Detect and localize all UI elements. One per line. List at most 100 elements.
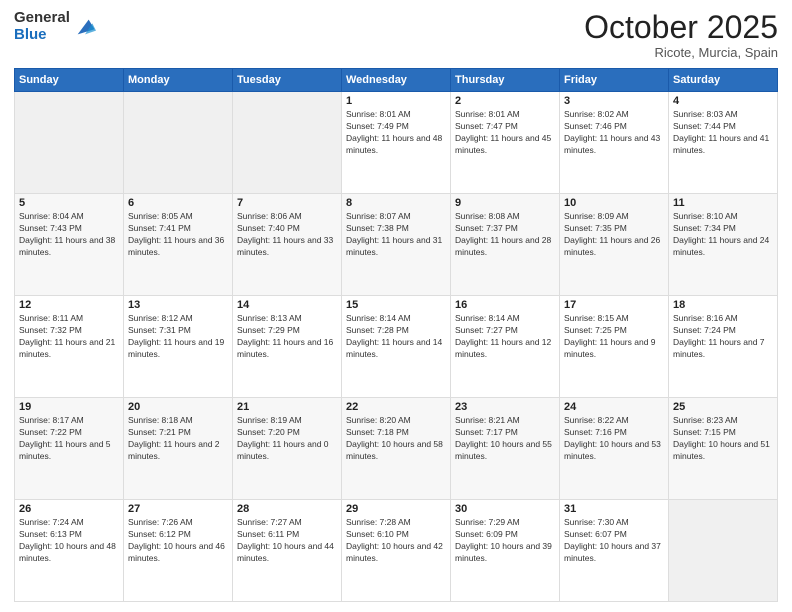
table-row: 4 Sunrise: 8:03 AM Sunset: 7:44 PM Daylig…: [669, 92, 778, 194]
table-row: 9 Sunrise: 8:08 AM Sunset: 7:37 PM Daylig…: [451, 194, 560, 296]
day-number: 16: [455, 299, 555, 311]
table-row: 8 Sunrise: 8:07 AM Sunset: 7:38 PM Daylig…: [342, 194, 451, 296]
table-row: [15, 92, 124, 194]
calendar-week-row: 5 Sunrise: 8:04 AM Sunset: 7:43 PM Daylig…: [15, 194, 778, 296]
day-info: Sunrise: 8:01 AM Sunset: 7:49 PM Dayligh…: [346, 109, 446, 157]
table-row: 20 Sunrise: 8:18 AM Sunset: 7:21 PM Dayli…: [124, 398, 233, 500]
day-info: Sunrise: 8:06 AM Sunset: 7:40 PM Dayligh…: [237, 211, 337, 259]
table-row: 30Sunrise: 7:29 AM Sunset: 6:09 PM Dayli…: [451, 500, 560, 602]
day-number: 12: [19, 299, 119, 311]
logo-general: General: [14, 10, 70, 27]
day-info: Sunrise: 8:21 AM Sunset: 7:17 PM Dayligh…: [455, 415, 555, 463]
table-row: 10 Sunrise: 8:09 AM Sunset: 7:35 PM Dayli…: [560, 194, 669, 296]
table-row: 2Sunrise: 8:01 AM Sunset: 7:47 PM Daylig…: [451, 92, 560, 194]
day-number: 31: [564, 503, 664, 515]
table-row: 7 Sunrise: 8:06 AM Sunset: 7:40 PM Daylig…: [233, 194, 342, 296]
day-number: 6: [128, 197, 228, 209]
day-info: Sunrise: 8:14 AM Sunset: 7:28 PM Dayligh…: [346, 313, 446, 361]
table-row: 26Sunrise: 7:24 AM Sunset: 6:13 PM Dayli…: [15, 500, 124, 602]
day-number: 15: [346, 299, 446, 311]
logo-icon: [74, 16, 96, 38]
logo-text: General Blue: [14, 10, 70, 43]
page: General Blue October 2025 Ricote, Murcia…: [0, 0, 792, 612]
col-monday: Monday: [124, 69, 233, 92]
table-row: 16 Sunrise: 8:14 AM Sunset: 7:27 PM Dayli…: [451, 296, 560, 398]
table-row: [233, 92, 342, 194]
table-row: 17 Sunrise: 8:15 AM Sunset: 7:25 PM Dayli…: [560, 296, 669, 398]
table-row: 14Sunrise: 8:13 AM Sunset: 7:29 PM Dayli…: [233, 296, 342, 398]
table-row: 22 Sunrise: 8:20 AM Sunset: 7:18 PM Dayli…: [342, 398, 451, 500]
table-row: 6 Sunrise: 8:05 AM Sunset: 7:41 PM Daylig…: [124, 194, 233, 296]
day-number: 5: [19, 197, 119, 209]
day-info: Sunrise: 8:20 AM Sunset: 7:18 PM Dayligh…: [346, 415, 446, 463]
day-info: Sunrise: 8:07 AM Sunset: 7:38 PM Dayligh…: [346, 211, 446, 259]
table-row: 24 Sunrise: 8:22 AM Sunset: 7:16 PM Dayli…: [560, 398, 669, 500]
day-info: Sunrise: 7:29 AM Sunset: 6:09 PM Dayligh…: [455, 517, 555, 565]
logo-blue: Blue: [14, 27, 70, 44]
table-row: 5 Sunrise: 8:04 AM Sunset: 7:43 PM Daylig…: [15, 194, 124, 296]
day-number: 11: [673, 197, 773, 209]
title-block: October 2025 Ricote, Murcia, Spain: [584, 10, 778, 60]
day-number: 18: [673, 299, 773, 311]
day-info: Sunrise: 7:28 AM Sunset: 6:10 PM Dayligh…: [346, 517, 446, 565]
day-number: 3: [564, 95, 664, 107]
day-info: Sunrise: 7:27 AM Sunset: 6:11 PM Dayligh…: [237, 517, 337, 565]
col-sunday: Sunday: [15, 69, 124, 92]
day-info: Sunrise: 8:23 AM Sunset: 7:15 PM Dayligh…: [673, 415, 773, 463]
location: Ricote, Murcia, Spain: [584, 45, 778, 60]
col-friday: Friday: [560, 69, 669, 92]
day-info: Sunrise: 8:08 AM Sunset: 7:37 PM Dayligh…: [455, 211, 555, 259]
day-number: 17: [564, 299, 664, 311]
table-row: 29 Sunrise: 7:28 AM Sunset: 6:10 PM Dayli…: [342, 500, 451, 602]
day-number: 22: [346, 401, 446, 413]
day-info: Sunrise: 8:09 AM Sunset: 7:35 PM Dayligh…: [564, 211, 664, 259]
col-tuesday: Tuesday: [233, 69, 342, 92]
day-info: Sunrise: 8:22 AM Sunset: 7:16 PM Dayligh…: [564, 415, 664, 463]
day-number: 29: [346, 503, 446, 515]
day-number: 27: [128, 503, 228, 515]
day-number: 10: [564, 197, 664, 209]
day-info: Sunrise: 7:26 AM Sunset: 6:12 PM Dayligh…: [128, 517, 228, 565]
day-info: Sunrise: 8:17 AM Sunset: 7:22 PM Dayligh…: [19, 415, 119, 463]
table-row: [669, 500, 778, 602]
day-number: 9: [455, 197, 555, 209]
col-wednesday: Wednesday: [342, 69, 451, 92]
table-row: [124, 92, 233, 194]
day-number: 7: [237, 197, 337, 209]
table-row: 25 Sunrise: 8:23 AM Sunset: 7:15 PM Dayli…: [669, 398, 778, 500]
day-info: Sunrise: 8:04 AM Sunset: 7:43 PM Dayligh…: [19, 211, 119, 259]
day-info: Sunrise: 8:18 AM Sunset: 7:21 PM Dayligh…: [128, 415, 228, 463]
day-info: Sunrise: 8:12 AM Sunset: 7:31 PM Dayligh…: [128, 313, 228, 361]
table-row: 21 Sunrise: 8:19 AM Sunset: 7:20 PM Dayli…: [233, 398, 342, 500]
day-number: 14: [237, 299, 337, 311]
table-row: 3 Sunrise: 8:02 AM Sunset: 7:46 PM Daylig…: [560, 92, 669, 194]
calendar-table: Sunday Monday Tuesday Wednesday Thursday…: [14, 68, 778, 602]
day-info: Sunrise: 8:19 AM Sunset: 7:20 PM Dayligh…: [237, 415, 337, 463]
day-number: 4: [673, 95, 773, 107]
day-info: Sunrise: 8:02 AM Sunset: 7:46 PM Dayligh…: [564, 109, 664, 157]
day-number: 19: [19, 401, 119, 413]
day-number: 24: [564, 401, 664, 413]
day-info: Sunrise: 8:14 AM Sunset: 7:27 PM Dayligh…: [455, 313, 555, 361]
day-number: 21: [237, 401, 337, 413]
calendar-week-row: 19 Sunrise: 8:17 AM Sunset: 7:22 PM Dayli…: [15, 398, 778, 500]
calendar-week-row: 12 Sunrise: 8:11 AM Sunset: 7:32 PM Dayli…: [15, 296, 778, 398]
day-info: Sunrise: 8:15 AM Sunset: 7:25 PM Dayligh…: [564, 313, 664, 361]
table-row: 18Sunrise: 8:16 AM Sunset: 7:24 PM Dayli…: [669, 296, 778, 398]
day-info: Sunrise: 8:03 AM Sunset: 7:44 PM Dayligh…: [673, 109, 773, 157]
day-number: 20: [128, 401, 228, 413]
day-info: Sunrise: 7:30 AM Sunset: 6:07 PM Dayligh…: [564, 517, 664, 565]
day-number: 25: [673, 401, 773, 413]
day-number: 1: [346, 95, 446, 107]
table-row: 15 Sunrise: 8:14 AM Sunset: 7:28 PM Dayli…: [342, 296, 451, 398]
table-row: 1 Sunrise: 8:01 AM Sunset: 7:49 PM Daylig…: [342, 92, 451, 194]
table-row: 31 Sunrise: 7:30 AM Sunset: 6:07 PM Dayli…: [560, 500, 669, 602]
col-saturday: Saturday: [669, 69, 778, 92]
header: General Blue October 2025 Ricote, Murcia…: [14, 10, 778, 60]
day-info: Sunrise: 7:24 AM Sunset: 6:13 PM Dayligh…: [19, 517, 119, 565]
day-info: Sunrise: 8:10 AM Sunset: 7:34 PM Dayligh…: [673, 211, 773, 259]
day-info: Sunrise: 8:05 AM Sunset: 7:41 PM Dayligh…: [128, 211, 228, 259]
day-number: 8: [346, 197, 446, 209]
day-info: Sunrise: 8:11 AM Sunset: 7:32 PM Dayligh…: [19, 313, 119, 361]
calendar-week-row: 1 Sunrise: 8:01 AM Sunset: 7:49 PM Daylig…: [15, 92, 778, 194]
